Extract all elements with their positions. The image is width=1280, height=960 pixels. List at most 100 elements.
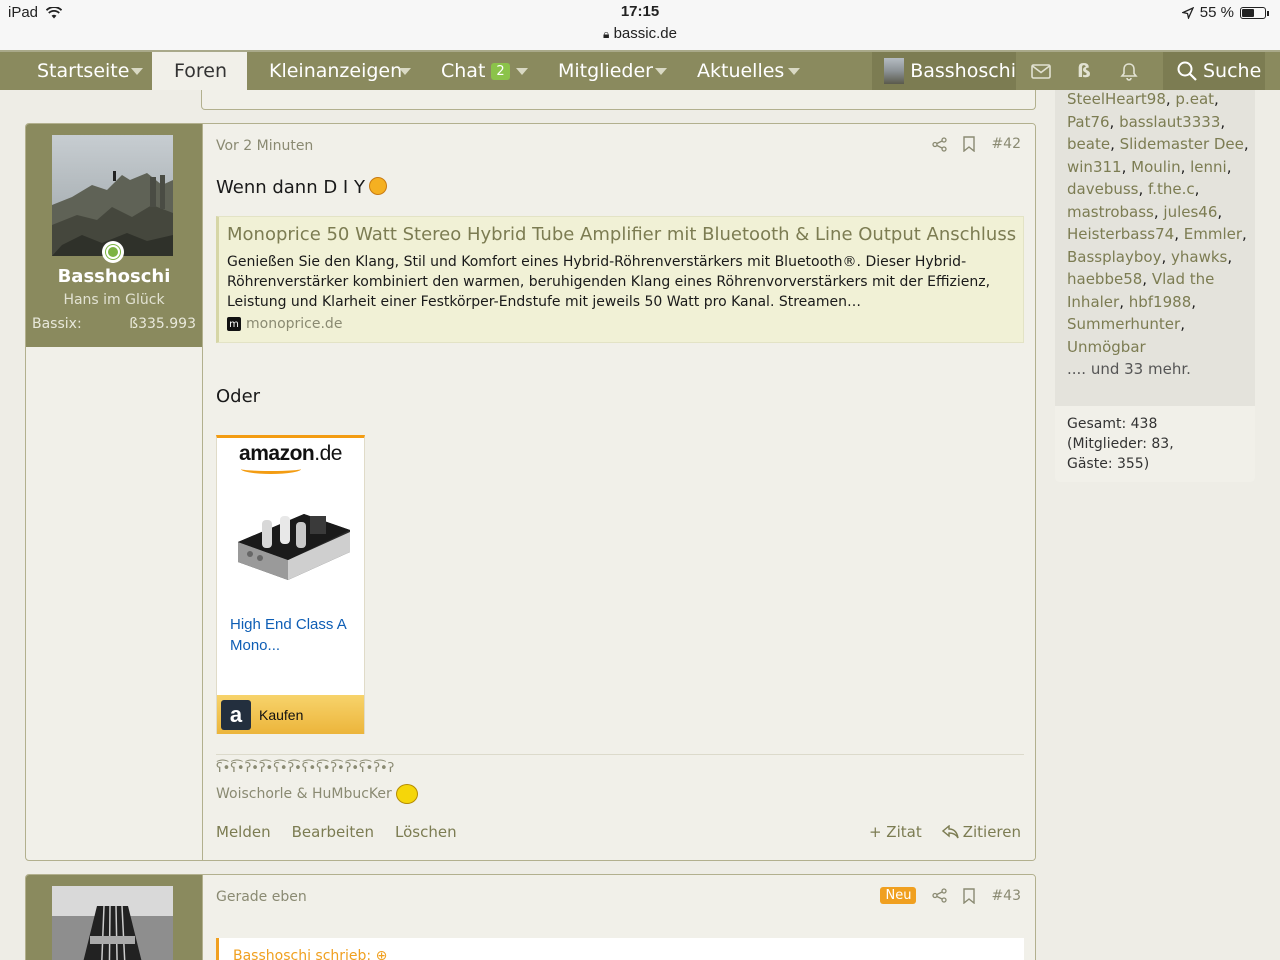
user-title: Hans im Glück bbox=[63, 292, 165, 308]
post-time[interactable]: Gerade eben bbox=[216, 889, 307, 905]
multiquote-button[interactable]: + Zitat bbox=[869, 823, 922, 841]
member-link[interactable]: Summerhunter bbox=[1067, 315, 1180, 333]
member-link[interactable]: Heisterbass74 bbox=[1067, 225, 1174, 243]
nav-item-mitglieder[interactable]: Mitglieder bbox=[558, 52, 653, 90]
bookmark-icon[interactable] bbox=[963, 887, 976, 904]
share-icon[interactable] bbox=[932, 888, 948, 903]
member-link[interactable]: win311 bbox=[1067, 158, 1122, 176]
main-navigation: Startseite Foren Kleinanzeigen Chat 2 Mit… bbox=[0, 50, 1280, 90]
list-separator: , bbox=[1191, 292, 1197, 311]
list-separator: , bbox=[1110, 135, 1120, 153]
nav-label: Mitglieder bbox=[558, 60, 653, 82]
user-avatar[interactable] bbox=[52, 886, 173, 960]
list-separator: , bbox=[1161, 247, 1171, 266]
member-link[interactable]: f.the.c bbox=[1148, 180, 1195, 198]
arrow-up-circle-icon[interactable]: ⊕ bbox=[376, 948, 388, 960]
account-menu[interactable]: Basshoschi bbox=[872, 52, 1016, 90]
amazon-buy-button[interactable]: a Kaufen bbox=[217, 695, 364, 734]
share-icon[interactable] bbox=[932, 136, 948, 152]
member-link[interactable]: davebuss bbox=[1067, 180, 1138, 198]
online-status-icon bbox=[102, 241, 124, 263]
signature-line-1: ʕ͡•ʕ͡•ʔ͡•ʔ͡•ʕ͡•ʔ͡•ʕ͡•ʕ͡•ʔ͡•ʔ͡•ʕ͡•ʔ͡•ʔ bbox=[216, 761, 395, 776]
chevron-down-icon[interactable] bbox=[516, 68, 528, 75]
member-link[interactable]: SteelHeart98 bbox=[1067, 90, 1166, 108]
member-link[interactable]: Slidemaster Dee bbox=[1120, 135, 1244, 153]
bassix-value: ß335.993 bbox=[129, 316, 196, 332]
report-link[interactable]: Melden bbox=[216, 823, 271, 841]
member-link[interactable]: p.eat bbox=[1175, 90, 1214, 108]
amazon-product-title[interactable]: High End Class A Mono... bbox=[230, 614, 355, 656]
list-separator: , bbox=[1180, 157, 1191, 176]
chevron-down-icon[interactable] bbox=[399, 68, 411, 75]
amazon-logo-tld: .de bbox=[314, 442, 342, 465]
link-preview-site[interactable]: m monoprice.de bbox=[227, 316, 342, 332]
total-line: Gesamt: 438 bbox=[1067, 416, 1158, 432]
member-link[interactable]: Emmler bbox=[1184, 225, 1242, 243]
reply-button[interactable]: Zitieren bbox=[941, 823, 1021, 841]
list-separator: , bbox=[1226, 157, 1232, 176]
link-preview[interactable]: Monoprice 50 Watt Stereo Hybrid Tube Amp… bbox=[216, 216, 1024, 343]
nav-label: Aktuelles bbox=[697, 60, 785, 82]
member-link[interactable]: yhawks bbox=[1171, 248, 1227, 266]
chevron-down-icon[interactable] bbox=[131, 68, 143, 75]
product-image[interactable] bbox=[230, 502, 352, 584]
chevron-down-icon[interactable] bbox=[788, 68, 800, 75]
member-link[interactable]: jules46 bbox=[1163, 203, 1217, 221]
list-separator: , bbox=[1220, 112, 1226, 131]
avatar bbox=[884, 58, 905, 84]
bassix-icon[interactable]: ß bbox=[1063, 52, 1105, 90]
battery-percent: 55 % bbox=[1199, 4, 1234, 21]
bassix-label: Bassix: bbox=[32, 316, 82, 332]
member-link[interactable]: mastrobass bbox=[1067, 203, 1154, 221]
post-author[interactable]: Basshoschi bbox=[26, 266, 202, 287]
online-members-list: SteelHeart98, p.eat, Pat76, basslaut3333… bbox=[1067, 88, 1252, 381]
post-number[interactable]: #43 bbox=[991, 888, 1021, 904]
lock-icon: 🔒︎ bbox=[603, 27, 610, 41]
address-bar[interactable]: 🔒︎ bassic.de bbox=[0, 25, 1280, 42]
member-link[interactable]: haebbe58 bbox=[1067, 270, 1142, 288]
list-separator: , bbox=[1119, 292, 1129, 311]
member-link[interactable]: basslaut3333 bbox=[1119, 113, 1220, 131]
clock: 17:15 bbox=[620, 3, 660, 20]
post-time[interactable]: Vor 2 Minuten bbox=[216, 138, 313, 154]
delete-link[interactable]: Löschen bbox=[395, 823, 457, 841]
monoprice-favicon-icon: m bbox=[227, 317, 241, 331]
bookmark-icon[interactable] bbox=[963, 136, 976, 152]
amazon-product-widget[interactable]: amazon.de High End Class A Mono... a Kau… bbox=[216, 435, 365, 734]
bassix-glyph: ß bbox=[1077, 60, 1091, 82]
more-members-link[interactable]: .... und 33 mehr. bbox=[1067, 360, 1191, 378]
member-link[interactable]: lenni bbox=[1190, 158, 1227, 176]
bell-icon[interactable] bbox=[1108, 52, 1150, 90]
chevron-down-icon[interactable] bbox=[655, 68, 667, 75]
nav-item-kleinanzeigen[interactable]: Kleinanzeigen bbox=[269, 52, 402, 90]
member-link[interactable]: hbf1988 bbox=[1129, 293, 1191, 311]
link-preview-title[interactable]: Monoprice 50 Watt Stereo Hybrid Tube Amp… bbox=[227, 224, 1016, 245]
post-number[interactable]: #42 bbox=[991, 136, 1021, 152]
link-preview-description: Genießen Sie den Klang, Stil und Komfort… bbox=[227, 254, 991, 310]
quote-attribution[interactable]: Basshoschi schrieb: ⊕ bbox=[233, 948, 387, 960]
online-totals-text: Gesamt: 438 (Mitglieder: 83, Gäste: 355) bbox=[1067, 414, 1247, 474]
signature-line-2: Woischorle & HuMbucKer bbox=[216, 784, 418, 804]
nav-item-aktuelles[interactable]: Aktuelles bbox=[697, 52, 784, 90]
post-actions-left: Melden Bearbeiten Löschen bbox=[216, 823, 457, 841]
forum-post: Gerade eben Neu #43 Basshoschi schrieb: … bbox=[25, 874, 1036, 960]
list-separator: , bbox=[1153, 202, 1164, 221]
nav-item-startseite[interactable]: Startseite bbox=[37, 52, 129, 90]
edit-link[interactable]: Bearbeiten bbox=[292, 823, 374, 841]
member-link[interactable]: Unmögbar bbox=[1067, 338, 1146, 356]
member-link[interactable]: Pat76 bbox=[1067, 113, 1110, 131]
member-link[interactable]: Bassplayboy bbox=[1067, 248, 1161, 266]
nav-item-foren[interactable]: Foren bbox=[152, 52, 247, 90]
ios-status-bar: iPad 17:15 🔒︎ bassic.de 55 % bbox=[0, 0, 1280, 50]
member-link[interactable]: Moulin bbox=[1131, 158, 1180, 176]
member-link[interactable]: beate bbox=[1067, 135, 1110, 153]
list-separator: , bbox=[1214, 90, 1219, 108]
user-avatar[interactable] bbox=[52, 135, 173, 256]
post-text-line: Wenn dann D I Y bbox=[216, 177, 387, 198]
envelope-icon[interactable] bbox=[1020, 52, 1062, 90]
nav-item-chat[interactable]: Chat 2 bbox=[441, 52, 510, 90]
search-button[interactable]: Suche bbox=[1163, 52, 1265, 90]
list-separator: , bbox=[1217, 202, 1223, 221]
signature-divider bbox=[216, 754, 1024, 755]
previous-post-fragment bbox=[201, 90, 1036, 110]
